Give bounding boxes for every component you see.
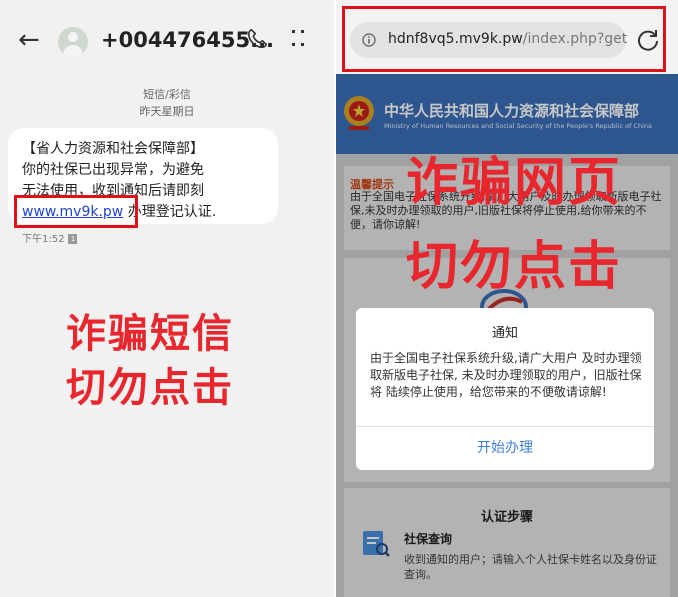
sms-header: ← +004476455... — [0, 0, 334, 80]
message-time: 下午1:52 1 — [22, 230, 78, 245]
dialog-title: 通知 — [491, 326, 518, 341]
message-line-1: 【省人力资源和社会保障部】 — [22, 141, 204, 157]
sms-warning-line-2: 切勿点击 — [66, 365, 234, 411]
message-date: 昨天星期日 — [139, 105, 195, 118]
sim-card-icon: 1 — [68, 234, 78, 244]
message-line-2: 你的社保已出现异常，为避免 — [22, 162, 204, 178]
web-page: 中华人民共和国人力资源和社会保障部 Ministry of Human Reso… — [336, 74, 678, 597]
avatar[interactable] — [58, 27, 88, 57]
notice-dialog: 通知 由于全国电子社保系统升级,请广大用户 及时办理领取新版电子社保, 未及时办… — [356, 308, 654, 470]
url-highlight-box — [342, 6, 666, 72]
sms-warning-line-1: 诈骗短信 — [66, 311, 234, 357]
dialog-text: 由于全国电子社保系统升级,请广大用户 及时办理领取新版电子社保, 未及时办理领取… — [370, 351, 642, 399]
start-processing-button[interactable]: 开始办理 — [356, 426, 654, 470]
web-warning-line-2: 切勿点击 — [405, 237, 622, 297]
sms-screen: ← +004476455... 短信/彩信 昨天星期日 【省人力资源和社会保障部… — [0, 0, 334, 597]
more-options-icon[interactable] — [290, 26, 306, 52]
web-warning-line-1: 诈骗网页 — [405, 153, 622, 213]
back-arrow-icon[interactable]: ← — [18, 26, 40, 54]
link-highlight-box — [14, 195, 138, 228]
browser-screen: hdnf8vq5.mv9k.pw/index.php?get 中华人民共和国人力… — [336, 0, 678, 597]
phone-call-icon[interactable] — [246, 28, 268, 50]
message-type-label: 短信/彩信 — [143, 88, 191, 101]
